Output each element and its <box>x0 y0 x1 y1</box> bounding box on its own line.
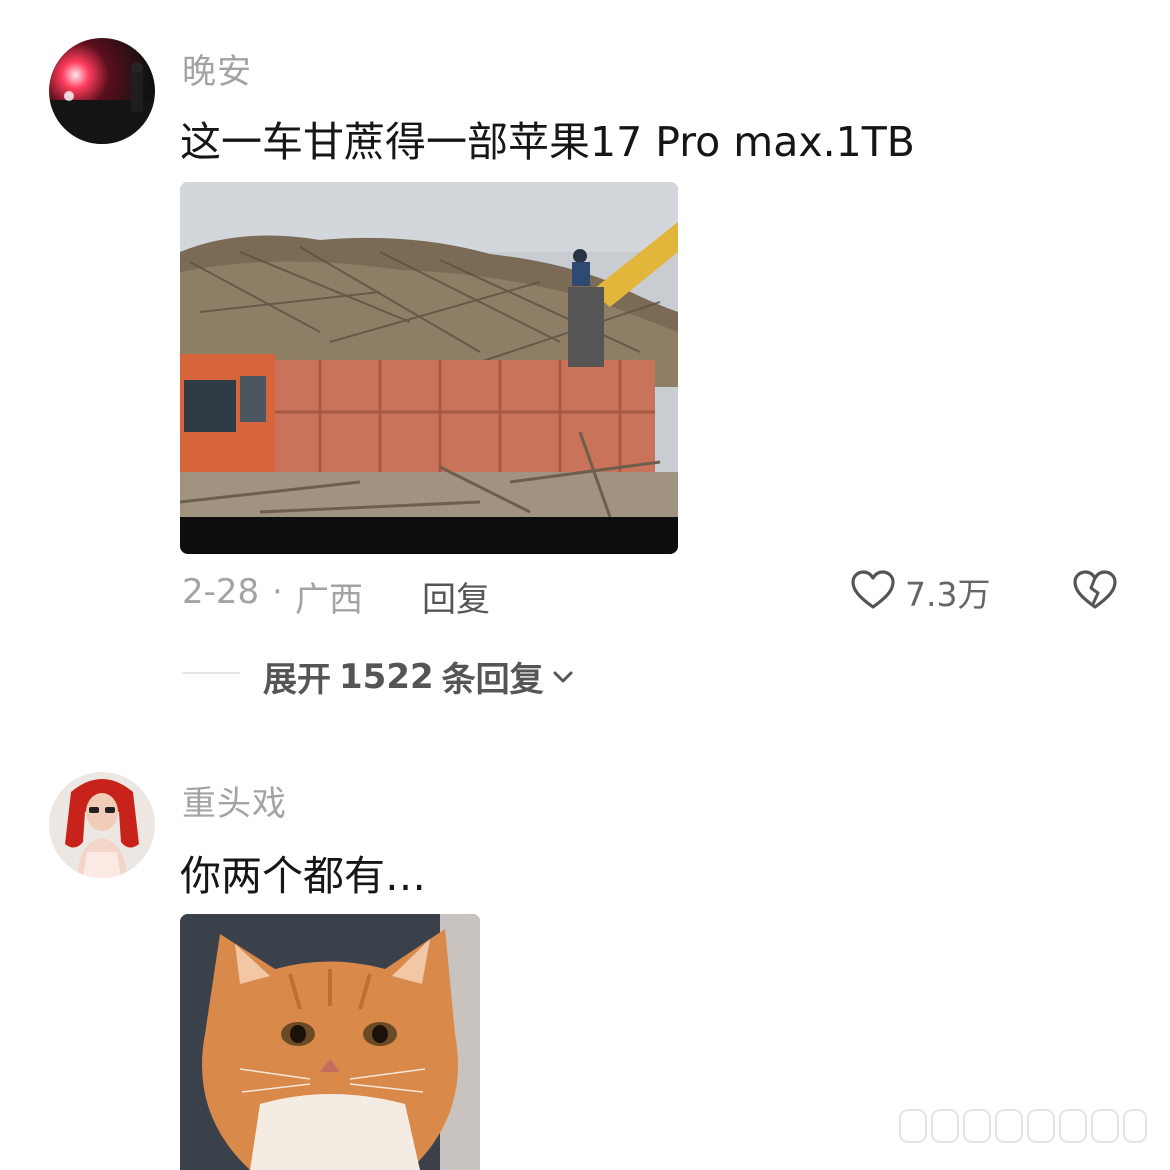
broken-heart-icon <box>1071 570 1119 618</box>
like-count: 7.3万 <box>905 575 991 614</box>
like-button[interactable]: 7.3万 <box>849 566 990 618</box>
comment-text: 这一车甘蔗得一部苹果17 Pro max.1TB <box>180 118 915 166</box>
reply-button[interactable]: 回复 <box>422 572 490 621</box>
comment-location: 广西 <box>295 580 363 620</box>
heart-outline-icon <box>849 566 897 618</box>
comment-username[interactable]: 晚安 <box>182 44 252 93</box>
comment-image[interactable] <box>180 914 480 1170</box>
avatar[interactable] <box>49 38 155 144</box>
comment-date: 2-28 <box>182 572 260 612</box>
expand-prefix: 展开 <box>263 660 331 700</box>
avatar[interactable] <box>49 772 155 878</box>
comment-username[interactable]: 重头戏 <box>182 776 287 825</box>
comment-thread: 晚安 这一车甘蔗得一部苹果17 Pro max.1TB 2-28 · 广西 回复… <box>0 0 1170 1170</box>
expand-replies-button[interactable]: 展开 1522 条回复 <box>263 652 576 701</box>
chevron-down-icon <box>550 664 576 690</box>
comment-image[interactable] <box>180 182 678 554</box>
expand-divider <box>182 672 240 674</box>
dislike-button[interactable] <box>1071 566 1119 618</box>
expand-suffix: 条回复 <box>441 660 544 700</box>
meta-separator: · <box>272 572 283 612</box>
watermark <box>898 1106 1148 1146</box>
comment-text: 你两个都有… <box>180 852 426 900</box>
reply-count: 1522 <box>339 656 434 697</box>
